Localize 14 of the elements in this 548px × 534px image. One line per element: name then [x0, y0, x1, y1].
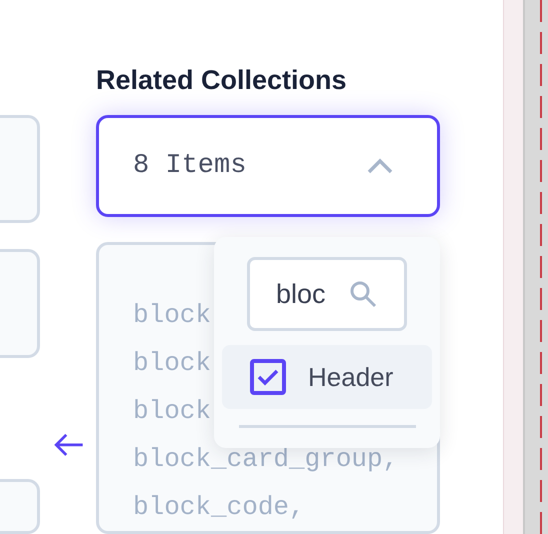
dropdown-option[interactable]: Header: [222, 345, 432, 409]
section-heading: Related Collections: [96, 64, 348, 97]
code-line: block: [133, 299, 212, 332]
collections-select[interactable]: 8 Items: [96, 115, 440, 217]
search-icon: [349, 280, 377, 308]
code-line: block_code,: [133, 491, 305, 524]
search-field[interactable]: bloc: [247, 257, 407, 331]
checkmark-icon: [257, 368, 279, 386]
code-line: block: [133, 395, 212, 428]
chevron-up-icon: [367, 158, 393, 174]
code-line: block_card_group,: [133, 443, 398, 476]
code-line: block: [133, 347, 212, 380]
option-label: Header: [308, 360, 394, 394]
checkbox[interactable]: [250, 359, 286, 395]
